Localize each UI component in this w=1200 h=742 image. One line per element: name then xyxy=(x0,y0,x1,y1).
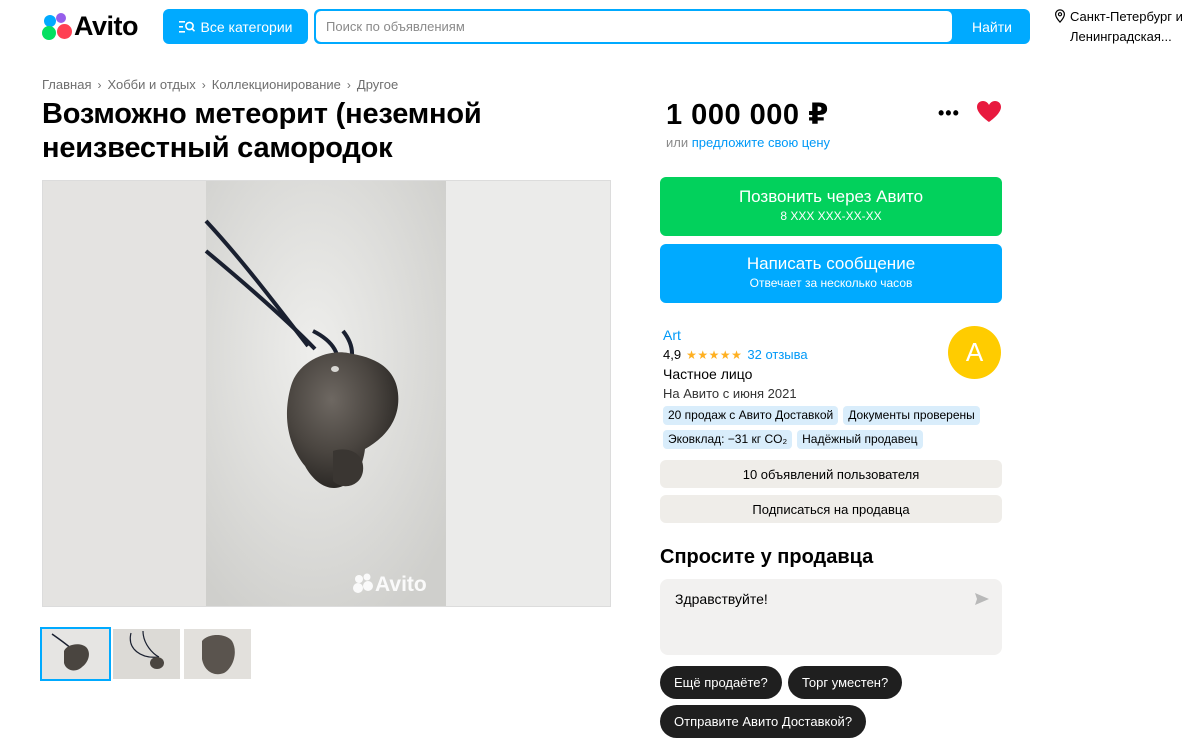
message-button-label: Написать сообщение xyxy=(746,254,916,273)
call-button-phone: 8 XXX XXX-XX-XX xyxy=(780,209,882,223)
location-selector[interactable]: Санкт-Петербург и Ленинградская... xyxy=(1053,7,1200,47)
seller-since: На Авито с июня 2021 xyxy=(663,386,797,401)
all-categories-label: Все категории xyxy=(200,18,293,35)
more-options-icon[interactable]: ••• xyxy=(938,103,960,124)
badge-eco[interactable]: Эковклад: −31 кг CO₂ xyxy=(663,430,793,449)
price-offer-prefix: или xyxy=(666,135,689,150)
rating-value: 4,9 xyxy=(663,347,682,362)
thumbnail-image xyxy=(184,629,251,679)
breadcrumb-item-hobby[interactable]: Хобби и отдых xyxy=(107,77,195,92)
search-input[interactable] xyxy=(316,11,952,42)
call-button[interactable]: Позвонить через Авито 8 XXX XXX-XX-XX xyxy=(660,177,1002,236)
categories-search-icon xyxy=(178,20,195,33)
thumbnail-2[interactable] xyxy=(113,629,180,679)
ask-message-field[interactable]: Здравствуйте! xyxy=(660,579,1002,655)
breadcrumb: Главная › Хобби и отдых › Коллекциониров… xyxy=(42,77,398,92)
chip-still-selling[interactable]: Ещё продаёте? xyxy=(660,666,782,699)
seller-name[interactable]: Art xyxy=(663,327,681,343)
star-rating-icon: ★★★★★ xyxy=(686,347,743,362)
main-photo[interactable]: Avito xyxy=(42,180,611,607)
favorite-heart-icon[interactable] xyxy=(976,100,1002,124)
badge-deliveries[interactable]: 20 продаж с Авито Доставкой xyxy=(663,406,839,425)
breadcrumb-item-other[interactable]: Другое xyxy=(357,77,398,92)
price-offer-line: или предложите свою цену xyxy=(666,135,830,150)
reviews-link[interactable]: 32 отзыва xyxy=(747,347,807,362)
ask-message-text: Здравствуйте! xyxy=(675,591,768,607)
seller-rating: 4,9 ★★★★★ 32 отзыва xyxy=(663,347,808,362)
thumbnail-3[interactable] xyxy=(184,629,251,679)
send-icon[interactable] xyxy=(974,591,990,607)
offer-price-link[interactable]: предложите свою цену xyxy=(692,135,830,150)
thumbnail-image xyxy=(42,629,109,679)
chevron-right-icon: › xyxy=(97,77,102,92)
ask-seller-title: Спросите у продавца xyxy=(660,546,874,568)
listing-title: Возможно метеорит (неземной неизвестный … xyxy=(42,98,482,164)
location-pin-icon xyxy=(1055,9,1065,23)
logo-dots-icon xyxy=(42,11,72,41)
search-bar: Найти xyxy=(314,9,1030,44)
avatar[interactable]: A xyxy=(948,326,1001,379)
message-button-sub: Отвечает за несколько часов xyxy=(749,276,913,290)
seller-type: Частное лицо xyxy=(663,366,753,382)
logo-text: Avito xyxy=(74,10,139,41)
chevron-right-icon: › xyxy=(346,77,351,92)
breadcrumb-item-collecting[interactable]: Коллекционирование xyxy=(212,77,341,92)
thumbnail-image xyxy=(113,629,180,679)
search-button[interactable]: Найти xyxy=(954,9,1030,44)
user-listings-button[interactable]: 10 объявлений пользователя xyxy=(660,460,1002,488)
subscribe-button[interactable]: Подписаться на продавца xyxy=(660,495,1002,523)
location-line-1: Санкт-Петербург и xyxy=(1070,9,1183,24)
photo-thumbnails xyxy=(40,627,251,681)
message-button[interactable]: Написать сообщение Отвечает за несколько… xyxy=(660,244,1002,303)
chevron-right-icon: › xyxy=(201,77,206,92)
meteorite-photo-image: Avito xyxy=(43,181,610,606)
thumbnail-1[interactable] xyxy=(40,627,111,681)
badge-reliable[interactable]: Надёжный продавец xyxy=(797,430,923,449)
svg-text:Avito: Avito xyxy=(375,573,427,596)
seller-badges: 20 продаж с Авито Доставкой Документы пр… xyxy=(663,406,1003,449)
price: 1 000 000 ₽ xyxy=(666,99,829,131)
call-button-label: Позвонить через Авито xyxy=(738,187,924,206)
all-categories-button[interactable]: Все категории xyxy=(163,9,308,44)
avito-logo[interactable]: Avito xyxy=(42,10,139,41)
location-line-2: Ленинградская... xyxy=(1070,29,1172,44)
breadcrumb-item-home[interactable]: Главная xyxy=(42,77,91,92)
chip-bargain[interactable]: Торг уместен? xyxy=(788,666,903,699)
badge-documents[interactable]: Документы проверены xyxy=(843,406,980,425)
chip-delivery[interactable]: Отправите Авито Доставкой? xyxy=(660,705,867,738)
